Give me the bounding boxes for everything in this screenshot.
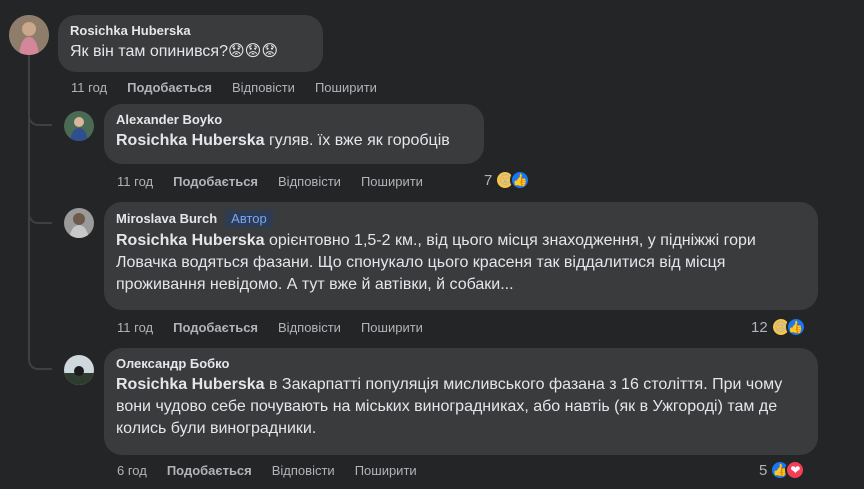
avatar[interactable] <box>9 15 49 55</box>
mention-link[interactable]: Rosichka Huberska <box>116 132 265 149</box>
like-button[interactable]: Подобається <box>173 320 258 335</box>
like-icon: 👍 <box>510 170 531 190</box>
thread-elbow <box>28 208 52 224</box>
comment-actions: 11 год Подобається Відповісти Поширити <box>71 80 397 95</box>
reaction-summary[interactable]: 5 👍 ❤ <box>759 460 806 480</box>
reply-button[interactable]: Відповісти <box>278 174 341 189</box>
reply-button[interactable]: Відповісти <box>278 320 341 335</box>
avatar[interactable] <box>64 111 94 141</box>
reaction-summary[interactable]: 7 😮 👍 <box>484 170 531 190</box>
comment-actions: 6 год Подобається Відповісти Поширити <box>117 463 437 478</box>
like-button[interactable]: Подобається <box>173 174 258 189</box>
comment-bubble: Олександр Бобко Rosichka Huberska в Зака… <box>104 348 818 455</box>
share-button[interactable]: Поширити <box>315 80 377 95</box>
avatar[interactable] <box>64 355 94 385</box>
mention-link[interactable]: Rosichka Huberska <box>116 376 265 393</box>
like-button[interactable]: Подобається <box>167 463 252 478</box>
avatar[interactable] <box>64 208 94 238</box>
thread-elbow <box>28 354 52 370</box>
thread-elbow <box>28 110 52 126</box>
comment-text: Як він там опинився?😟😟😟 <box>70 43 279 60</box>
reply-button[interactable]: Відповісти <box>232 80 295 95</box>
comment-actions: 11 год Подобається Відповісти Поширити <box>117 174 443 189</box>
comment-text: Rosichka Huberska в Закарпатті популяція… <box>116 376 783 437</box>
comment-text: Rosichka Huberska орієнтовно 1,5-2 км., … <box>116 232 756 293</box>
love-icon: ❤ <box>785 460 806 480</box>
reaction-count: 12 <box>751 318 768 336</box>
like-button[interactable]: Подобається <box>127 80 212 95</box>
comment-author: Miroslava Burch Автор <box>116 210 806 228</box>
author-name[interactable]: Miroslava Burch <box>116 211 217 227</box>
reaction-count: 7 <box>484 171 493 189</box>
comment-author[interactable]: Rosichka Huberska <box>70 23 311 39</box>
like-icon: 👍 <box>785 317 806 337</box>
timestamp[interactable]: 6 год <box>117 463 147 478</box>
mention-link[interactable]: Rosichka Huberska <box>116 232 265 249</box>
reply-button[interactable]: Відповісти <box>272 463 335 478</box>
reaction-count: 5 <box>759 461 768 479</box>
share-button[interactable]: Поширити <box>355 463 417 478</box>
author-badge: Автор <box>225 210 273 228</box>
comment-bubble: Rosichka Huberska Як він там опинився?😟😟… <box>58 15 323 72</box>
comment-text: Rosichka Huberska гуляв. їх вже як гороб… <box>116 132 450 149</box>
timestamp[interactable]: 11 год <box>117 320 153 335</box>
share-button[interactable]: Поширити <box>361 320 423 335</box>
comment-author[interactable]: Олександр Бобко <box>116 356 806 372</box>
comment-author[interactable]: Alexander Boyko <box>116 112 472 128</box>
timestamp[interactable]: 11 год <box>117 174 153 189</box>
comment-bubble: Miroslava Burch Автор Rosichka Huberska о… <box>104 202 818 310</box>
comment-bubble: Alexander Boyko Rosichka Huberska гуляв.… <box>104 104 484 164</box>
timestamp[interactable]: 11 год <box>71 80 107 95</box>
share-button[interactable]: Поширити <box>361 174 423 189</box>
worried-emoji: 😟😟😟 <box>227 43 279 60</box>
reaction-summary[interactable]: 12 😢 👍 <box>751 317 806 337</box>
comment-actions: 11 год Подобається Відповісти Поширити <box>117 320 443 335</box>
